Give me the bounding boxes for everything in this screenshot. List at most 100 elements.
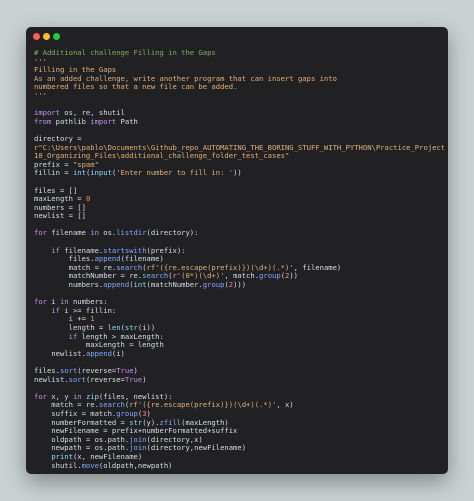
code-token: 10_Organizing_Files\additional_challenge…	[34, 152, 290, 161]
maximize-window-icon[interactable]	[53, 33, 60, 40]
minimize-window-icon[interactable]	[43, 33, 50, 40]
code-token: newpath = os.path.	[34, 444, 130, 453]
code-token: sort	[68, 375, 86, 384]
code-token: str	[124, 324, 138, 332]
code-line: newlist.append(i)	[34, 350, 444, 359]
code-token: files = []	[34, 186, 78, 195]
code-line: files.sort(reverse=True)	[34, 367, 444, 376]
code-line: newFilename = prefix+numberFormatted+suf…	[34, 427, 444, 436]
code-token: if	[51, 246, 60, 255]
code-token: fillin =	[34, 169, 73, 178]
code-line: '''	[34, 58, 444, 67]
code-line: suffix = match.group(3)	[34, 410, 444, 419]
code-token: filename.	[59, 246, 104, 255]
code-token: files.	[34, 255, 95, 264]
code-token: search	[116, 263, 143, 272]
code-token: in	[72, 392, 82, 401]
code-line: prefix = "spam"	[34, 161, 444, 170]
code-token: (matchNumber.	[146, 281, 203, 290]
code-token: from	[34, 117, 52, 126]
code-token: r"C:\Users\pablo\Documents\Github_repo_A…	[34, 143, 444, 152]
code-token: )	[146, 409, 151, 418]
code-line: import os, re, shutil	[34, 109, 444, 118]
code-token: append	[85, 349, 112, 358]
code-token: import	[90, 117, 117, 126]
code-token: (directory,x)	[146, 435, 203, 444]
code-line: newpath = os.path.join(directory,newFile…	[34, 444, 444, 453]
code-line: match = re.search(rf'({re.escape(prefix)…	[34, 401, 444, 410]
code-token: maxLength =	[34, 195, 86, 204]
code-token: rf'({re.escape(prefix)})(\d+)(.*)'	[129, 401, 277, 410]
code-line: if filename.startswith(prefix):	[34, 247, 444, 256]
code-token: prefix =	[34, 160, 73, 169]
code-line: length = len(str(i))	[34, 324, 444, 333]
code-token: (maxLength)	[181, 418, 229, 427]
code-token: (reverse=	[85, 375, 125, 384]
code-token: )	[142, 375, 147, 384]
code-token: match = re.	[34, 263, 117, 272]
code-token: int	[72, 169, 86, 178]
code-token: numbers.	[34, 281, 104, 290]
code-token: join	[129, 435, 147, 444]
code-token: (i))	[137, 324, 156, 332]
code-token: directory =	[34, 134, 82, 143]
code-line: r"C:\Users\pablo\Documents\Github_repo_A…	[34, 144, 444, 153]
code-line: shutil.move(oldpath,newpath)	[34, 462, 444, 471]
code-line: oldpath = os.path.join(directory,x)	[34, 436, 444, 445]
code-token: # Additional challenge Filling in the Ga…	[34, 49, 216, 57]
code-line: '''	[34, 92, 444, 101]
code-token: move	[81, 461, 99, 470]
code-token: int	[133, 281, 147, 290]
code-line: maxLength = 0	[34, 195, 444, 204]
code-token: zip	[85, 392, 99, 401]
code-token: suffix = match.	[34, 409, 117, 418]
code-token: maxLength = length	[34, 341, 164, 350]
code-token: search	[142, 272, 169, 281]
code-token: , filename)	[293, 263, 342, 272]
code-token: input	[90, 169, 112, 178]
code-token: True	[116, 366, 134, 375]
code-line: match = re.search(rf'({re.escape(prefix)…	[34, 264, 444, 273]
code-token: As an added challenge, write another pro…	[34, 74, 337, 83]
code-line: files.append(filename)	[34, 255, 444, 264]
close-window-icon[interactable]	[33, 33, 40, 40]
code-token: print	[51, 452, 73, 461]
code-token: (prefix):	[146, 246, 186, 255]
code-token: for	[34, 229, 47, 238]
code-line: As an added challenge, write another pro…	[34, 75, 444, 84]
code-line: numbers = []	[34, 204, 444, 213]
code-token: newFilename = prefix+numberFormatted+suf…	[34, 427, 238, 436]
code-token: (directory,newFilename)	[146, 444, 247, 453]
code-token: )))	[233, 281, 247, 290]
code-token: )	[133, 366, 138, 375]
code-token: sort	[59, 366, 78, 375]
code-token: join	[129, 444, 147, 453]
code-line: for i in numbers:	[34, 298, 444, 307]
code-token: rf'({re.escape(prefix)})(\d+)(.*)'	[146, 263, 294, 272]
code-token: match = re.	[34, 401, 99, 410]
code-token: r'(0*)(\d+)'	[172, 272, 225, 281]
code-token: length =	[34, 324, 108, 332]
code-token: import	[34, 109, 60, 118]
code-token: ))	[289, 272, 298, 281]
code-line: for filename in os.listdir(directory):	[34, 229, 444, 238]
code-token: x, y	[46, 392, 73, 401]
code-token: in	[90, 229, 99, 238]
code-token: append	[103, 281, 130, 290]
code-token: numbered files so that a new file can be…	[34, 83, 238, 92]
code-line: 10_Organizing_Files\additional_challenge…	[34, 152, 444, 161]
window-titlebar	[26, 27, 448, 47]
code-token: group	[116, 409, 138, 418]
code-token: i +=	[34, 315, 91, 324]
code-line: newlist.sort(reverse=True)	[34, 376, 444, 385]
code-token: numbers = []	[34, 203, 86, 212]
code-line: for x, y in zip(files, newlist):	[34, 393, 444, 402]
code-line: fillin = int(input('Enter number to fill…	[34, 169, 444, 178]
code-token: (files, newlist):	[98, 392, 173, 401]
